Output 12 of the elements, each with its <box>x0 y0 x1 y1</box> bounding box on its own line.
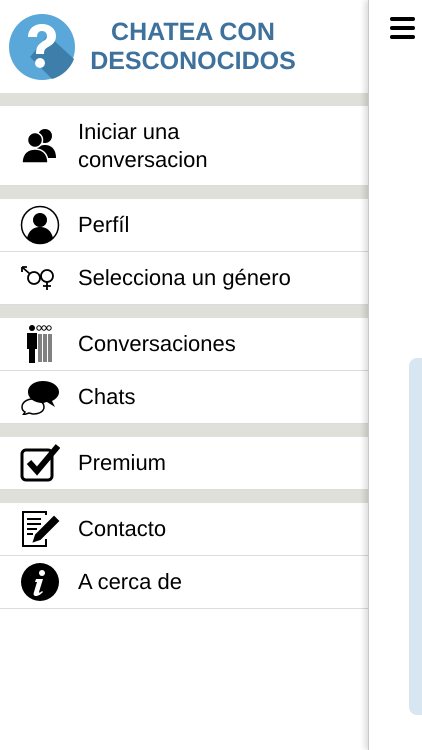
menu-item[interactable]: Perfíl <box>0 199 368 252</box>
info-icon <box>20 562 60 602</box>
checkbox-icon <box>20 444 60 482</box>
profile-icon <box>20 205 60 245</box>
question-mark-logo <box>8 12 76 80</box>
menu-item[interactable]: Contacto <box>0 503 368 556</box>
menu-icon[interactable] <box>390 17 415 39</box>
menu-item[interactable]: Conversaciones <box>0 318 368 371</box>
app-title: CHATEA CON DESCONOCIDOS <box>89 18 297 76</box>
menu-item[interactable]: A cerca de <box>0 556 368 609</box>
note-pencil-icon <box>20 509 60 549</box>
speech-bubbles-icon <box>19 379 61 415</box>
